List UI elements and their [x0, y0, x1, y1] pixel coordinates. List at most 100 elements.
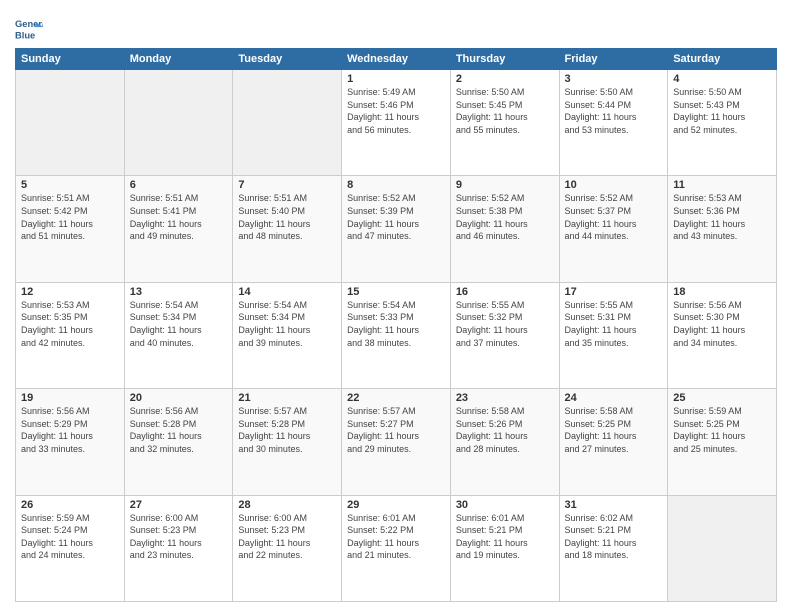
day-number: 4 [673, 73, 771, 85]
day-info: Sunrise: 5:50 AMSunset: 5:44 PMDaylight:… [565, 86, 663, 136]
day-number: 18 [673, 286, 771, 298]
day-number: 22 [347, 392, 445, 404]
day-number: 27 [130, 499, 228, 511]
day-header-sunday: Sunday [16, 49, 125, 70]
day-number: 16 [456, 286, 554, 298]
calendar-cell: 14Sunrise: 5:54 AMSunset: 5:34 PMDayligh… [233, 282, 342, 388]
calendar-cell: 24Sunrise: 5:58 AMSunset: 5:25 PMDayligh… [559, 389, 668, 495]
calendar-cell: 18Sunrise: 5:56 AMSunset: 5:30 PMDayligh… [668, 282, 777, 388]
day-header-monday: Monday [124, 49, 233, 70]
day-number: 5 [21, 179, 119, 191]
week-row-4: 26Sunrise: 5:59 AMSunset: 5:24 PMDayligh… [16, 495, 777, 601]
logo: General Blue [15, 14, 47, 42]
day-info: Sunrise: 5:53 AMSunset: 5:36 PMDaylight:… [673, 192, 771, 242]
day-info: Sunrise: 6:01 AMSunset: 5:21 PMDaylight:… [456, 512, 554, 562]
calendar-cell: 27Sunrise: 6:00 AMSunset: 5:23 PMDayligh… [124, 495, 233, 601]
day-header-tuesday: Tuesday [233, 49, 342, 70]
calendar-cell: 9Sunrise: 5:52 AMSunset: 5:38 PMDaylight… [450, 176, 559, 282]
day-info: Sunrise: 5:57 AMSunset: 5:27 PMDaylight:… [347, 405, 445, 455]
calendar-table: SundayMondayTuesdayWednesdayThursdayFrid… [15, 48, 777, 602]
week-row-2: 12Sunrise: 5:53 AMSunset: 5:35 PMDayligh… [16, 282, 777, 388]
day-info: Sunrise: 6:00 AMSunset: 5:23 PMDaylight:… [238, 512, 336, 562]
day-number: 17 [565, 286, 663, 298]
calendar-cell: 13Sunrise: 5:54 AMSunset: 5:34 PMDayligh… [124, 282, 233, 388]
week-row-1: 5Sunrise: 5:51 AMSunset: 5:42 PMDaylight… [16, 176, 777, 282]
day-number: 13 [130, 286, 228, 298]
day-info: Sunrise: 5:56 AMSunset: 5:30 PMDaylight:… [673, 299, 771, 349]
day-number: 1 [347, 73, 445, 85]
day-info: Sunrise: 5:55 AMSunset: 5:32 PMDaylight:… [456, 299, 554, 349]
day-number: 30 [456, 499, 554, 511]
days-header-row: SundayMondayTuesdayWednesdayThursdayFrid… [16, 49, 777, 70]
calendar-cell: 23Sunrise: 5:58 AMSunset: 5:26 PMDayligh… [450, 389, 559, 495]
day-info: Sunrise: 6:02 AMSunset: 5:21 PMDaylight:… [565, 512, 663, 562]
day-header-wednesday: Wednesday [342, 49, 451, 70]
day-info: Sunrise: 5:52 AMSunset: 5:38 PMDaylight:… [456, 192, 554, 242]
calendar-cell [668, 495, 777, 601]
calendar-cell: 19Sunrise: 5:56 AMSunset: 5:29 PMDayligh… [16, 389, 125, 495]
day-number: 23 [456, 392, 554, 404]
day-number: 2 [456, 73, 554, 85]
calendar-cell [16, 70, 125, 176]
calendar-cell: 1Sunrise: 5:49 AMSunset: 5:46 PMDaylight… [342, 70, 451, 176]
day-number: 3 [565, 73, 663, 85]
day-header-friday: Friday [559, 49, 668, 70]
calendar-cell: 16Sunrise: 5:55 AMSunset: 5:32 PMDayligh… [450, 282, 559, 388]
day-info: Sunrise: 5:51 AMSunset: 5:42 PMDaylight:… [21, 192, 119, 242]
day-number: 29 [347, 499, 445, 511]
calendar-cell: 3Sunrise: 5:50 AMSunset: 5:44 PMDaylight… [559, 70, 668, 176]
day-info: Sunrise: 5:58 AMSunset: 5:26 PMDaylight:… [456, 405, 554, 455]
day-info: Sunrise: 6:01 AMSunset: 5:22 PMDaylight:… [347, 512, 445, 562]
day-info: Sunrise: 5:59 AMSunset: 5:24 PMDaylight:… [21, 512, 119, 562]
day-info: Sunrise: 5:51 AMSunset: 5:41 PMDaylight:… [130, 192, 228, 242]
day-number: 20 [130, 392, 228, 404]
day-number: 25 [673, 392, 771, 404]
day-info: Sunrise: 6:00 AMSunset: 5:23 PMDaylight:… [130, 512, 228, 562]
day-number: 11 [673, 179, 771, 191]
day-info: Sunrise: 5:54 AMSunset: 5:33 PMDaylight:… [347, 299, 445, 349]
day-number: 24 [565, 392, 663, 404]
calendar-cell: 8Sunrise: 5:52 AMSunset: 5:39 PMDaylight… [342, 176, 451, 282]
day-info: Sunrise: 5:50 AMSunset: 5:43 PMDaylight:… [673, 86, 771, 136]
week-row-3: 19Sunrise: 5:56 AMSunset: 5:29 PMDayligh… [16, 389, 777, 495]
day-number: 9 [456, 179, 554, 191]
day-number: 10 [565, 179, 663, 191]
calendar-cell: 10Sunrise: 5:52 AMSunset: 5:37 PMDayligh… [559, 176, 668, 282]
calendar-cell: 20Sunrise: 5:56 AMSunset: 5:28 PMDayligh… [124, 389, 233, 495]
day-number: 8 [347, 179, 445, 191]
calendar-cell: 28Sunrise: 6:00 AMSunset: 5:23 PMDayligh… [233, 495, 342, 601]
day-header-saturday: Saturday [668, 49, 777, 70]
day-info: Sunrise: 5:52 AMSunset: 5:39 PMDaylight:… [347, 192, 445, 242]
calendar-cell: 17Sunrise: 5:55 AMSunset: 5:31 PMDayligh… [559, 282, 668, 388]
svg-text:Blue: Blue [15, 30, 35, 40]
calendar-cell: 29Sunrise: 6:01 AMSunset: 5:22 PMDayligh… [342, 495, 451, 601]
day-info: Sunrise: 5:56 AMSunset: 5:29 PMDaylight:… [21, 405, 119, 455]
day-number: 21 [238, 392, 336, 404]
calendar-cell: 11Sunrise: 5:53 AMSunset: 5:36 PMDayligh… [668, 176, 777, 282]
calendar-cell: 30Sunrise: 6:01 AMSunset: 5:21 PMDayligh… [450, 495, 559, 601]
day-info: Sunrise: 5:54 AMSunset: 5:34 PMDaylight:… [238, 299, 336, 349]
day-number: 26 [21, 499, 119, 511]
week-row-0: 1Sunrise: 5:49 AMSunset: 5:46 PMDaylight… [16, 70, 777, 176]
calendar-cell: 21Sunrise: 5:57 AMSunset: 5:28 PMDayligh… [233, 389, 342, 495]
day-header-thursday: Thursday [450, 49, 559, 70]
calendar-cell: 5Sunrise: 5:51 AMSunset: 5:42 PMDaylight… [16, 176, 125, 282]
calendar-cell: 22Sunrise: 5:57 AMSunset: 5:27 PMDayligh… [342, 389, 451, 495]
calendar-cell: 12Sunrise: 5:53 AMSunset: 5:35 PMDayligh… [16, 282, 125, 388]
day-number: 7 [238, 179, 336, 191]
calendar-cell: 7Sunrise: 5:51 AMSunset: 5:40 PMDaylight… [233, 176, 342, 282]
calendar-cell: 31Sunrise: 6:02 AMSunset: 5:21 PMDayligh… [559, 495, 668, 601]
day-info: Sunrise: 5:56 AMSunset: 5:28 PMDaylight:… [130, 405, 228, 455]
day-info: Sunrise: 5:59 AMSunset: 5:25 PMDaylight:… [673, 405, 771, 455]
day-info: Sunrise: 5:55 AMSunset: 5:31 PMDaylight:… [565, 299, 663, 349]
day-number: 31 [565, 499, 663, 511]
calendar-cell: 6Sunrise: 5:51 AMSunset: 5:41 PMDaylight… [124, 176, 233, 282]
day-info: Sunrise: 5:51 AMSunset: 5:40 PMDaylight:… [238, 192, 336, 242]
page: General Blue SundayMondayTuesdayWednesda… [0, 0, 792, 612]
day-info: Sunrise: 5:58 AMSunset: 5:25 PMDaylight:… [565, 405, 663, 455]
calendar-cell [233, 70, 342, 176]
day-number: 6 [130, 179, 228, 191]
day-info: Sunrise: 5:53 AMSunset: 5:35 PMDaylight:… [21, 299, 119, 349]
day-number: 12 [21, 286, 119, 298]
calendar-cell: 2Sunrise: 5:50 AMSunset: 5:45 PMDaylight… [450, 70, 559, 176]
